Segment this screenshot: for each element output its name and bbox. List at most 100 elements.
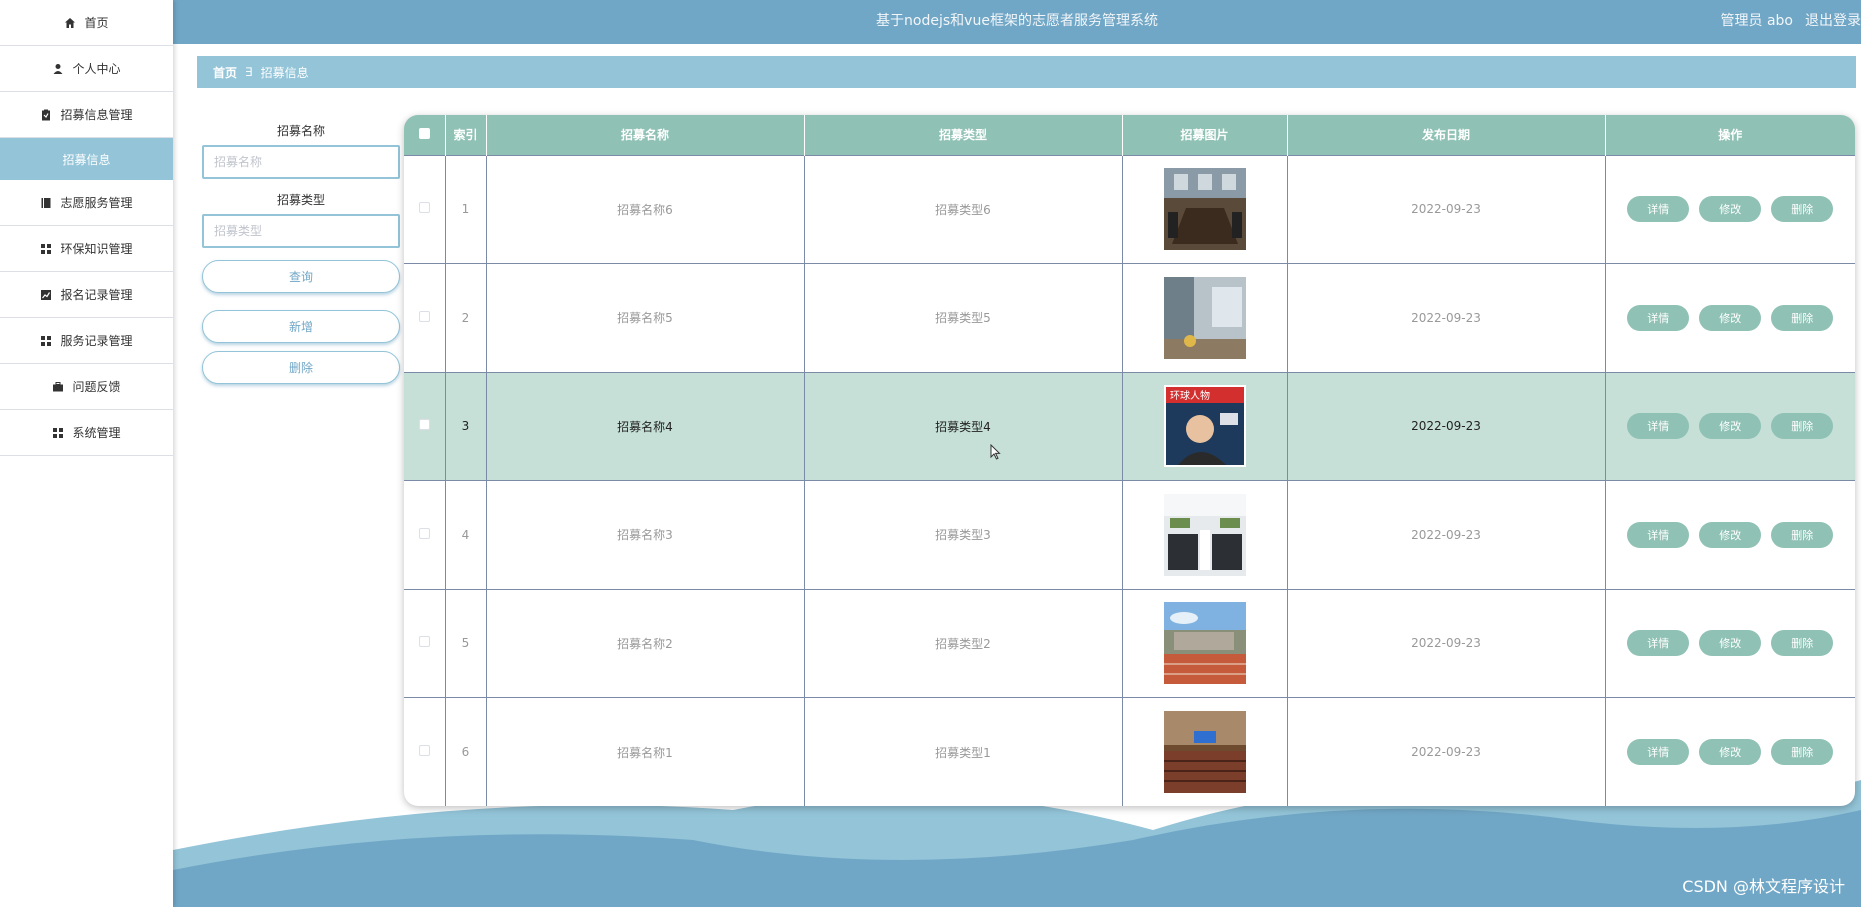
table-row[interactable]: 3 招募名称4 招募类型4 环球人物 2022-09-23 详情 修改 删除: [404, 371, 1855, 481]
sidebar-item-label: 环保知识管理: [60, 242, 133, 256]
table-row[interactable]: 5 招募名称2 招募类型2 2022-09-23 详情 修改 删除: [404, 588, 1855, 698]
row-ops: 详情 修改 删除: [1605, 588, 1855, 698]
sidebar-item-label: 系统管理: [72, 426, 121, 440]
detail-button[interactable]: 详情: [1627, 630, 1690, 657]
edit-button[interactable]: 修改: [1699, 304, 1762, 331]
recruit-name-input[interactable]: [202, 145, 400, 179]
sidebar-item-label: 志愿服务管理: [60, 196, 133, 210]
row-ops: 详情 修改 删除: [1605, 154, 1855, 264]
delete-button[interactable]: 删除: [1771, 413, 1834, 440]
row-name: 招募名称4: [486, 371, 805, 481]
table-row[interactable]: 2 招募名称5 招募类型5 2022-09-23 详情 修改 删除: [404, 263, 1855, 372]
sidebar: 首页 个人中心 招募信息管理 招募信息 志愿服务管理 环保知识管理 报名记录管理: [0, 0, 173, 907]
row-ops: 详情 修改 删除: [1605, 697, 1855, 806]
username: abo: [1766, 13, 1793, 29]
chart-icon: [40, 289, 52, 301]
sidebar-item-service-records[interactable]: 服务记录管理: [0, 318, 173, 364]
sidebar-item-label: 问题反馈: [72, 380, 121, 394]
edit-button[interactable]: 修改: [1699, 196, 1762, 223]
detail-button[interactable]: 详情: [1627, 196, 1690, 223]
row-ops: 详情 修改 删除: [1605, 371, 1855, 481]
select-all-cell: [404, 115, 446, 155]
row-checkbox[interactable]: [418, 419, 430, 431]
recruit-type-input[interactable]: [202, 214, 400, 248]
query-button[interactable]: 查询: [202, 260, 400, 293]
breadcrumb-separator: ∃: [245, 65, 253, 79]
sidebar-item-feedback[interactable]: 问题反馈: [0, 364, 173, 410]
row-checkbox[interactable]: [418, 636, 430, 648]
row-checkbox[interactable]: [418, 745, 430, 756]
header-index: 索引: [445, 115, 487, 155]
auditorium-photo[interactable]: [1163, 711, 1246, 793]
watermark: CSDN @林文程序设计: [1682, 877, 1845, 896]
meeting-room-photo[interactable]: [1163, 168, 1246, 251]
top-bar: 基于nodejs和vue框架的志愿者服务管理系统 管理员 abo 退出登录: [173, 0, 1861, 44]
type-label: 招募类型: [276, 193, 325, 207]
row-checkbox-cell: [404, 588, 446, 698]
grid-icon: [52, 427, 64, 439]
sidebar-item-home[interactable]: 首页: [0, 0, 173, 46]
sidebar-item-profile[interactable]: 个人中心: [0, 46, 173, 92]
header-type: 招募类型: [804, 115, 1123, 155]
row-checkbox[interactable]: [418, 202, 430, 214]
edit-button[interactable]: 修改: [1699, 521, 1762, 548]
row-name: 招募名称3: [486, 480, 805, 589]
delete-button[interactable]: 删除: [1771, 521, 1834, 548]
running-track-photo[interactable]: [1163, 602, 1246, 685]
sidebar-item-recruit-info[interactable]: 招募信息: [0, 138, 173, 180]
select-all-checkbox[interactable]: [418, 127, 430, 139]
delete-button[interactable]: 删除: [1771, 739, 1834, 765]
row-image-cell: 环球人物: [1122, 371, 1288, 481]
add-button[interactable]: 新增: [202, 310, 400, 343]
sidebar-item-signup-records[interactable]: 报名记录管理: [0, 272, 173, 318]
office-photo[interactable]: [1163, 493, 1246, 576]
row-date: 2022-09-23: [1287, 263, 1606, 372]
row-image-cell: [1122, 154, 1288, 264]
row-ops: 详情 修改 删除: [1605, 480, 1855, 589]
detail-button[interactable]: 详情: [1627, 521, 1690, 548]
edit-button[interactable]: 修改: [1699, 739, 1762, 765]
breadcrumb-home[interactable]: 首页: [213, 64, 237, 81]
row-type: 招募类型6: [804, 154, 1123, 264]
search-panel: 招募名称 招募类型 查询 新增 删除: [202, 122, 400, 384]
table-row[interactable]: 4 招募名称3 招募类型3 2022-09-23 详情 修改 删除: [404, 480, 1855, 589]
row-date: 2022-09-23: [1287, 154, 1606, 264]
row-date: 2022-09-23: [1287, 480, 1606, 589]
row-image-cell: [1122, 697, 1288, 806]
row-index: 1: [445, 154, 487, 264]
detail-button[interactable]: 详情: [1627, 304, 1690, 331]
table-row[interactable]: 1 招募名称6 招募类型6 2022-09-23 详情 修改 删除: [404, 154, 1855, 264]
sidebar-item-eco-knowledge[interactable]: 环保知识管理: [0, 226, 173, 272]
row-checkbox[interactable]: [418, 527, 430, 539]
detail-button[interactable]: 详情: [1627, 413, 1690, 440]
mouse-cursor-icon: [990, 444, 1001, 460]
row-type: 招募类型2: [804, 588, 1123, 698]
user-info: 管理员 abo: [1721, 10, 1793, 30]
detail-button[interactable]: 详情: [1627, 739, 1690, 765]
clipboard-icon: [40, 109, 52, 121]
table-row[interactable]: 6 招募名称1 招募类型1 2022-09-23 详情 修改 删除: [404, 697, 1855, 806]
sidebar-item-label: 招募信息: [62, 152, 111, 167]
sidebar-item-label: 招募信息管理: [60, 108, 133, 122]
row-date: 2022-09-23: [1287, 371, 1606, 481]
delete-button[interactable]: 删除: [1771, 196, 1834, 223]
edit-button[interactable]: 修改: [1699, 413, 1762, 440]
sidebar-item-label: 服务记录管理: [60, 334, 133, 348]
logout-link[interactable]: 退出登录: [1805, 10, 1861, 30]
delete-button[interactable]: 删除: [1771, 630, 1834, 657]
sidebar-item-recruit-manage[interactable]: 招募信息管理: [0, 92, 173, 138]
row-type: 招募类型4: [804, 371, 1123, 481]
lobby-photo[interactable]: [1163, 276, 1246, 359]
sidebar-item-system[interactable]: 系统管理: [0, 410, 173, 456]
row-checkbox-cell: [404, 154, 446, 264]
table-header-row: 索引 招募名称 招募类型 招募图片 发布日期 操作: [404, 115, 1855, 155]
delete-button[interactable]: 删除: [1771, 304, 1834, 331]
edit-button[interactable]: 修改: [1699, 630, 1762, 657]
magazine-cover-photo[interactable]: 环球人物: [1163, 385, 1246, 468]
row-checkbox[interactable]: [418, 310, 430, 322]
briefcase-icon: [52, 381, 64, 393]
batch-delete-button[interactable]: 删除: [202, 351, 400, 384]
name-label: 招募名称: [276, 124, 325, 138]
row-checkbox-cell: [404, 371, 446, 481]
sidebar-item-volunteer-service[interactable]: 志愿服务管理: [0, 180, 173, 226]
